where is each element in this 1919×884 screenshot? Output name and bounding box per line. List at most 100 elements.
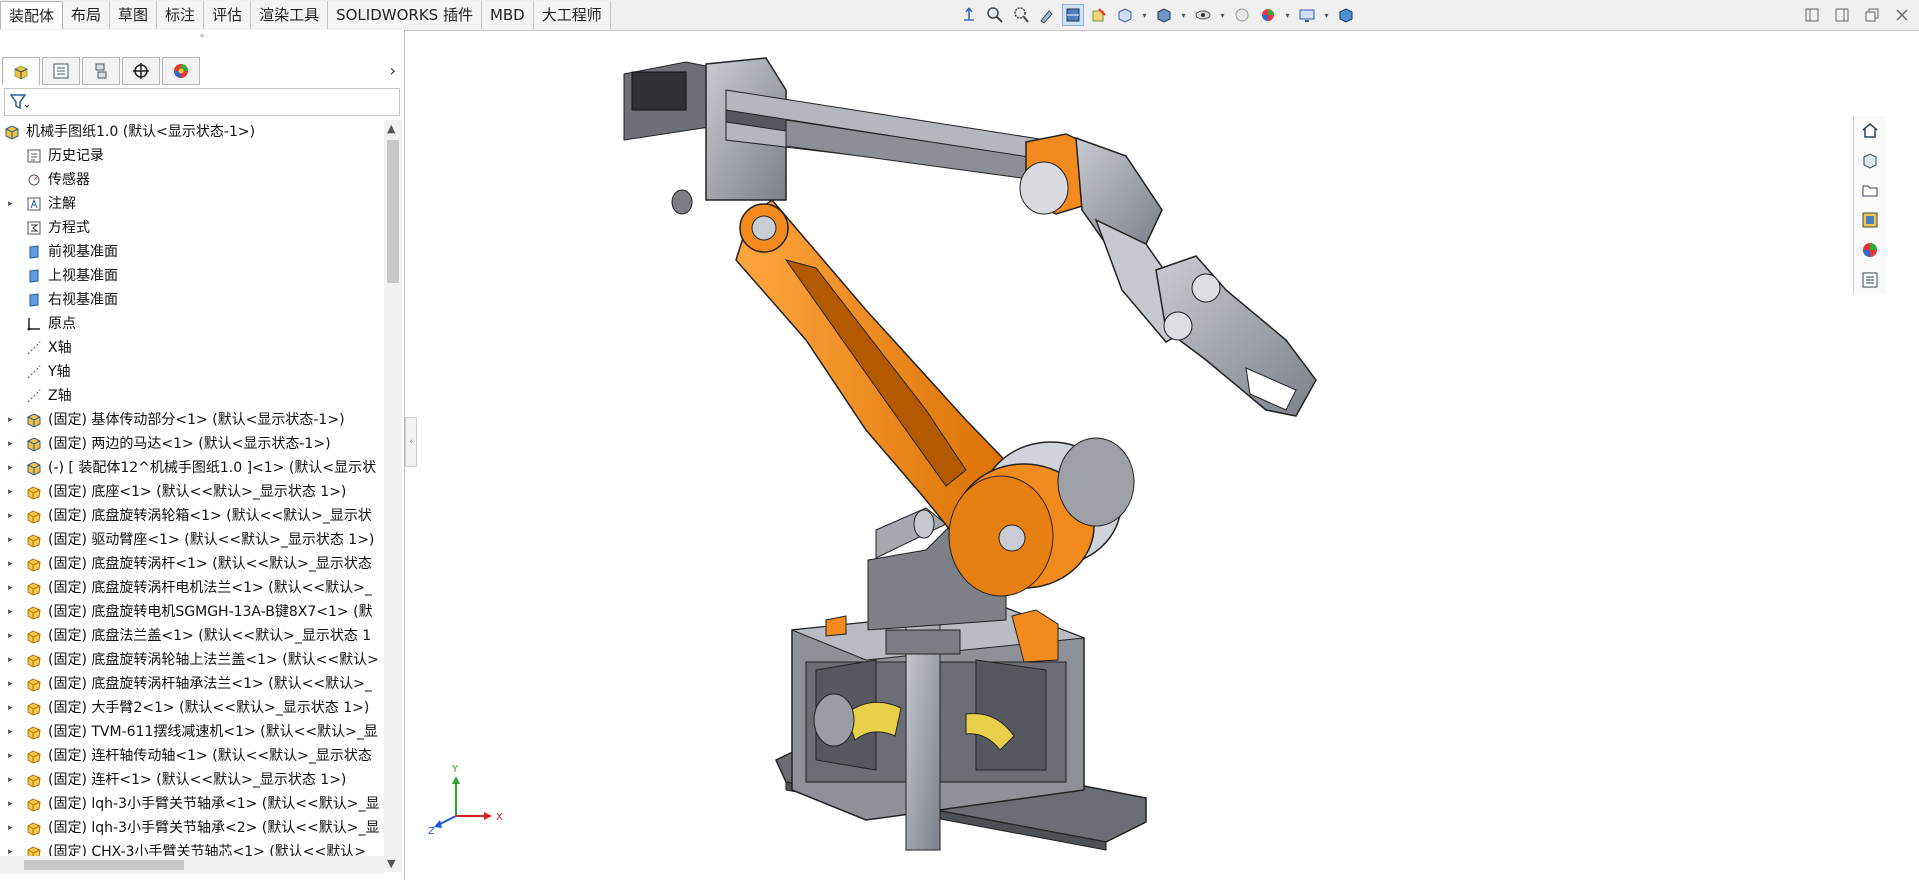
apply-scene-icon[interactable] xyxy=(1257,4,1279,26)
design-library-icon[interactable] xyxy=(1858,148,1882,172)
tab-1[interactable]: 布局 xyxy=(63,1,111,29)
tree-item[interactable]: ▸ (-) [ 装配体12^机械手图纸1.0 ]<1> (默认<显示状 xyxy=(0,456,384,480)
robot-arm-model[interactable]: Y X Z xyxy=(406,30,1886,880)
upper-arm[interactable] xyxy=(623,57,1317,417)
chevron-down-icon[interactable]: ▾ xyxy=(1283,4,1292,26)
tree-filter[interactable] xyxy=(4,88,400,116)
tree-item[interactable]: 方程式 xyxy=(0,216,384,240)
appearances-icon[interactable] xyxy=(1858,238,1882,262)
display-pane-icon[interactable] xyxy=(1335,4,1357,26)
tree-item[interactable]: ▸ (固定) 连杆轴传动轴<1> (默认<<默认>_显示状态 xyxy=(0,744,384,768)
configurationmanager-tab-icon[interactable] xyxy=(82,57,120,85)
tab-7[interactable]: MBD xyxy=(481,1,534,29)
tree-item[interactable]: ▸ 注解 xyxy=(0,192,384,216)
zoom-to-fit-icon[interactable] xyxy=(984,4,1006,26)
tree-item[interactable]: Z轴 xyxy=(0,384,384,408)
tree-item[interactable]: ▸ (固定) 底盘旋转涡杆<1> (默认<<默认>_显示状态 xyxy=(0,552,384,576)
tile-right-icon[interactable] xyxy=(1833,6,1851,24)
home-icon[interactable] xyxy=(1858,118,1882,142)
view-palette-icon[interactable] xyxy=(1858,208,1882,232)
chevron-down-icon[interactable]: ▾ xyxy=(1179,4,1188,26)
previous-view-icon[interactable] xyxy=(1036,4,1058,26)
tree-item[interactable]: ▸ (固定) 大手臂2<1> (默认<<默认>_显示状态 1>) xyxy=(0,696,384,720)
chevron-right-icon[interactable]: ▸ xyxy=(8,624,13,648)
scroll-thumb[interactable] xyxy=(387,140,399,283)
dynamic-annotation-icon[interactable] xyxy=(1088,4,1110,26)
tab-5[interactable]: 渲染工具 xyxy=(251,1,329,29)
chevron-right-icon[interactable]: ▸ xyxy=(8,528,13,552)
restore-icon[interactable] xyxy=(1863,6,1881,24)
view-settings-icon[interactable] xyxy=(1296,4,1318,26)
view-orientation-dropdown-icon[interactable] xyxy=(1114,4,1136,26)
propertymanager-tab-icon[interactable] xyxy=(42,57,80,85)
tree-item[interactable]: ▸ (固定) 基体传动部分<1> (默认<显示状态-1>) xyxy=(0,408,384,432)
zoom-area-icon[interactable] xyxy=(1010,4,1032,26)
tab-2[interactable]: 草图 xyxy=(110,1,158,29)
chevron-right-icon[interactable]: ▸ xyxy=(8,792,13,816)
tree-item[interactable]: ▸ (固定) 底盘旋转电机SGMGH-13A-B键8X7<1> (默 xyxy=(0,600,384,624)
chevron-right-icon[interactable]: ▸ xyxy=(8,648,13,672)
section-view-icon[interactable] xyxy=(1062,4,1084,26)
graphics-area[interactable]: Y X Z xyxy=(406,30,1886,880)
tab-8[interactable]: 大工程师 xyxy=(533,1,611,29)
tree-item[interactable]: 原点 xyxy=(0,312,384,336)
chevron-down-icon[interactable]: ▾ xyxy=(1218,4,1227,26)
chevron-right-icon[interactable]: ▸ xyxy=(8,720,13,744)
tree-item[interactable]: X轴 xyxy=(0,336,384,360)
chevron-right-icon[interactable]: ▸ xyxy=(8,600,13,624)
chevron-right-icon[interactable]: ▸ xyxy=(8,744,13,768)
scroll-up-icon[interactable]: ▲ xyxy=(387,122,395,135)
chevron-right-icon[interactable]: ▸ xyxy=(8,576,13,600)
edit-appearance-icon[interactable] xyxy=(1231,4,1253,26)
close-icon[interactable] xyxy=(1893,6,1911,24)
tree-item[interactable]: ▸ (固定) 底座<1> (默认<<默认>_显示状态 1>) xyxy=(0,480,384,504)
tree-item[interactable]: ▸ (固定) 底盘旋转涡轮箱<1> (默认<<默认>_显示状 xyxy=(0,504,384,528)
chevron-right-icon[interactable]: ▸ xyxy=(8,456,13,480)
chevron-right-icon[interactable]: ▸ xyxy=(8,432,13,456)
view-orientation-icon[interactable] xyxy=(958,4,980,26)
tree-item[interactable]: 机械手图纸1.0 (默认<显示状态-1>) xyxy=(0,120,384,144)
file-explorer-icon[interactable] xyxy=(1858,178,1882,202)
tree-item[interactable]: 上视基准面 xyxy=(0,264,384,288)
tab-0[interactable]: 装配体 xyxy=(0,1,64,29)
tree-vertical-scrollbar[interactable]: ▲ ▼ xyxy=(384,120,402,872)
tree-item[interactable]: 传感器 xyxy=(0,168,384,192)
tree-item[interactable]: ▸ (固定) 底盘法兰盖<1> (默认<<默认>_显示状态 1 xyxy=(0,624,384,648)
tab-6[interactable]: SOLIDWORKS 插件 xyxy=(328,1,482,29)
tree-item[interactable]: 右视基准面 xyxy=(0,288,384,312)
tab-3[interactable]: 标注 xyxy=(157,1,205,29)
tree-item[interactable]: ▸ (固定) TVM-611摆线减速机<1> (默认<<默认>_显 xyxy=(0,720,384,744)
tree-item[interactable]: ▸ (固定) 连杆<1> (默认<<默认>_显示状态 1>) xyxy=(0,768,384,792)
chevron-right-icon[interactable]: ▸ xyxy=(8,408,13,432)
tree-item[interactable]: ▸ (固定) lqh-3小手臂关节轴承<1> (默认<<默认>_显 xyxy=(0,792,384,816)
tree-item[interactable]: Y轴 xyxy=(0,360,384,384)
scroll-thumb[interactable] xyxy=(24,860,184,870)
tree-item[interactable]: 前视基准面 xyxy=(0,240,384,264)
chevron-right-icon[interactable]: › xyxy=(390,61,396,80)
tree-item[interactable]: ▸ (固定) 两边的马达<1> (默认<显示状态-1>) xyxy=(0,432,384,456)
tile-left-icon[interactable] xyxy=(1803,6,1821,24)
chevron-right-icon[interactable]: ▸ xyxy=(8,504,13,528)
tree-item[interactable]: ▸ (固定) 底盘旋转涡杆电机法兰<1> (默认<<默认>_ xyxy=(0,576,384,600)
featuremanager-tab-icon[interactable] xyxy=(2,57,40,85)
display-manager-tab-icon[interactable] xyxy=(162,57,200,85)
tree-item[interactable]: ▸ (固定) 驱动臂座<1> (默认<<默认>_显示状态 1>) xyxy=(0,528,384,552)
tree-item[interactable]: 历史记录 xyxy=(0,144,384,168)
custom-properties-icon[interactable] xyxy=(1858,268,1882,292)
chevron-right-icon[interactable]: ▸ xyxy=(8,768,13,792)
scroll-down-icon[interactable]: ▼ xyxy=(387,857,395,870)
chevron-right-icon[interactable]: ▸ xyxy=(8,192,13,216)
tree-item[interactable]: ▸ (固定) lqh-3小手臂关节轴承<2> (默认<<默认>_显 xyxy=(0,816,384,840)
tree-item[interactable]: ▸ (固定) 底盘旋转涡轮轴上法兰盖<1> (默认<<默认> xyxy=(0,648,384,672)
lower-arm[interactable] xyxy=(735,198,1135,597)
chevron-right-icon[interactable]: ▸ xyxy=(8,816,13,840)
tab-4[interactable]: 评估 xyxy=(204,1,252,29)
chevron-right-icon[interactable]: ▸ xyxy=(8,672,13,696)
chevron-right-icon[interactable]: ▸ xyxy=(8,552,13,576)
filter-icon[interactable] xyxy=(9,93,30,115)
display-style-icon[interactable] xyxy=(1153,4,1175,26)
tree-horizontal-scrollbar[interactable] xyxy=(0,856,384,874)
chevron-right-icon[interactable]: ▸ xyxy=(8,480,13,504)
hide-show-icon[interactable] xyxy=(1192,4,1214,26)
dimxpert-tab-icon[interactable] xyxy=(122,57,160,85)
